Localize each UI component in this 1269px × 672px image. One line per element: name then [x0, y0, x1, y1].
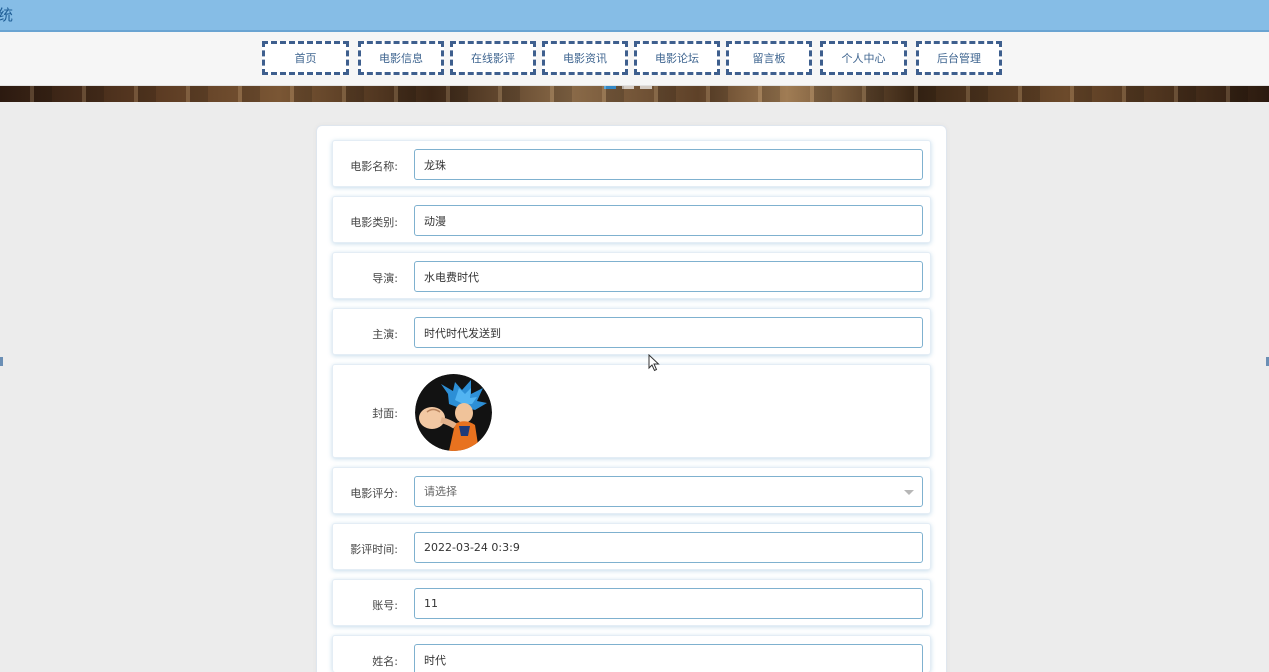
carousel-dot[interactable]: [640, 86, 652, 89]
name-input[interactable]: [414, 644, 923, 672]
movie-type-input[interactable]: [414, 205, 923, 236]
nav-item-online-review[interactable]: 在线影评: [450, 41, 536, 75]
top-header-bar: 统: [0, 0, 1269, 32]
field-label: 电影类别:: [350, 216, 398, 229]
banner-carousel[interactable]: [0, 86, 1269, 102]
nav-item-message-board[interactable]: 留言板: [726, 41, 812, 75]
actor-input[interactable]: [414, 317, 923, 348]
rating-select-placeholder: 请选择: [424, 485, 457, 498]
movie-name-input[interactable]: [414, 149, 923, 180]
field-cover: 封面:: [332, 364, 931, 458]
field-label: 姓名:: [372, 655, 398, 668]
rating-select[interactable]: 请选择: [414, 476, 923, 507]
field-review-time: 影评时间:: [332, 523, 931, 570]
field-account: 账号:: [332, 579, 931, 626]
nav-item-admin[interactable]: 后台管理: [916, 41, 1002, 75]
nav-item-personal-center[interactable]: 个人中心: [820, 41, 907, 75]
main-navigation: 首页 电影信息 在线影评 电影资讯 电影论坛 留言板 个人中心 后台管理: [0, 32, 1269, 86]
site-title: 统: [0, 6, 14, 24]
field-director: 导演:: [332, 252, 931, 299]
chevron-down-icon: [904, 490, 914, 495]
carousel-dot[interactable]: [622, 86, 634, 89]
carousel-dot[interactable]: [604, 86, 616, 89]
field-movie-name: 电影名称:: [332, 140, 931, 187]
field-label: 账号:: [372, 599, 398, 612]
nav-item-movie-info[interactable]: 电影信息: [358, 41, 444, 75]
carousel-indicators: [604, 86, 652, 89]
anime-character-avatar-icon[interactable]: [415, 374, 492, 451]
field-movie-type: 电影类别:: [332, 196, 931, 243]
field-rating: 电影评分: 请选择: [332, 467, 931, 514]
account-input[interactable]: [414, 588, 923, 619]
field-actor: 主演:: [332, 308, 931, 355]
field-label: 主演:: [372, 328, 398, 341]
nav-item-movie-news[interactable]: 电影资讯: [542, 41, 628, 75]
director-input[interactable]: [414, 261, 923, 292]
field-name: 姓名:: [332, 635, 931, 672]
review-time-input[interactable]: [414, 532, 923, 563]
carousel-prev-handle[interactable]: [0, 357, 3, 366]
field-label: 封面:: [372, 407, 398, 420]
field-label: 电影名称:: [350, 160, 398, 173]
mouse-cursor-icon: [648, 354, 660, 372]
field-label: 电影评分:: [350, 487, 398, 500]
field-label: 导演:: [372, 272, 398, 285]
field-label: 影评时间:: [350, 543, 398, 556]
nav-item-movie-forum[interactable]: 电影论坛: [634, 41, 720, 75]
nav-item-home[interactable]: 首页: [262, 41, 349, 75]
